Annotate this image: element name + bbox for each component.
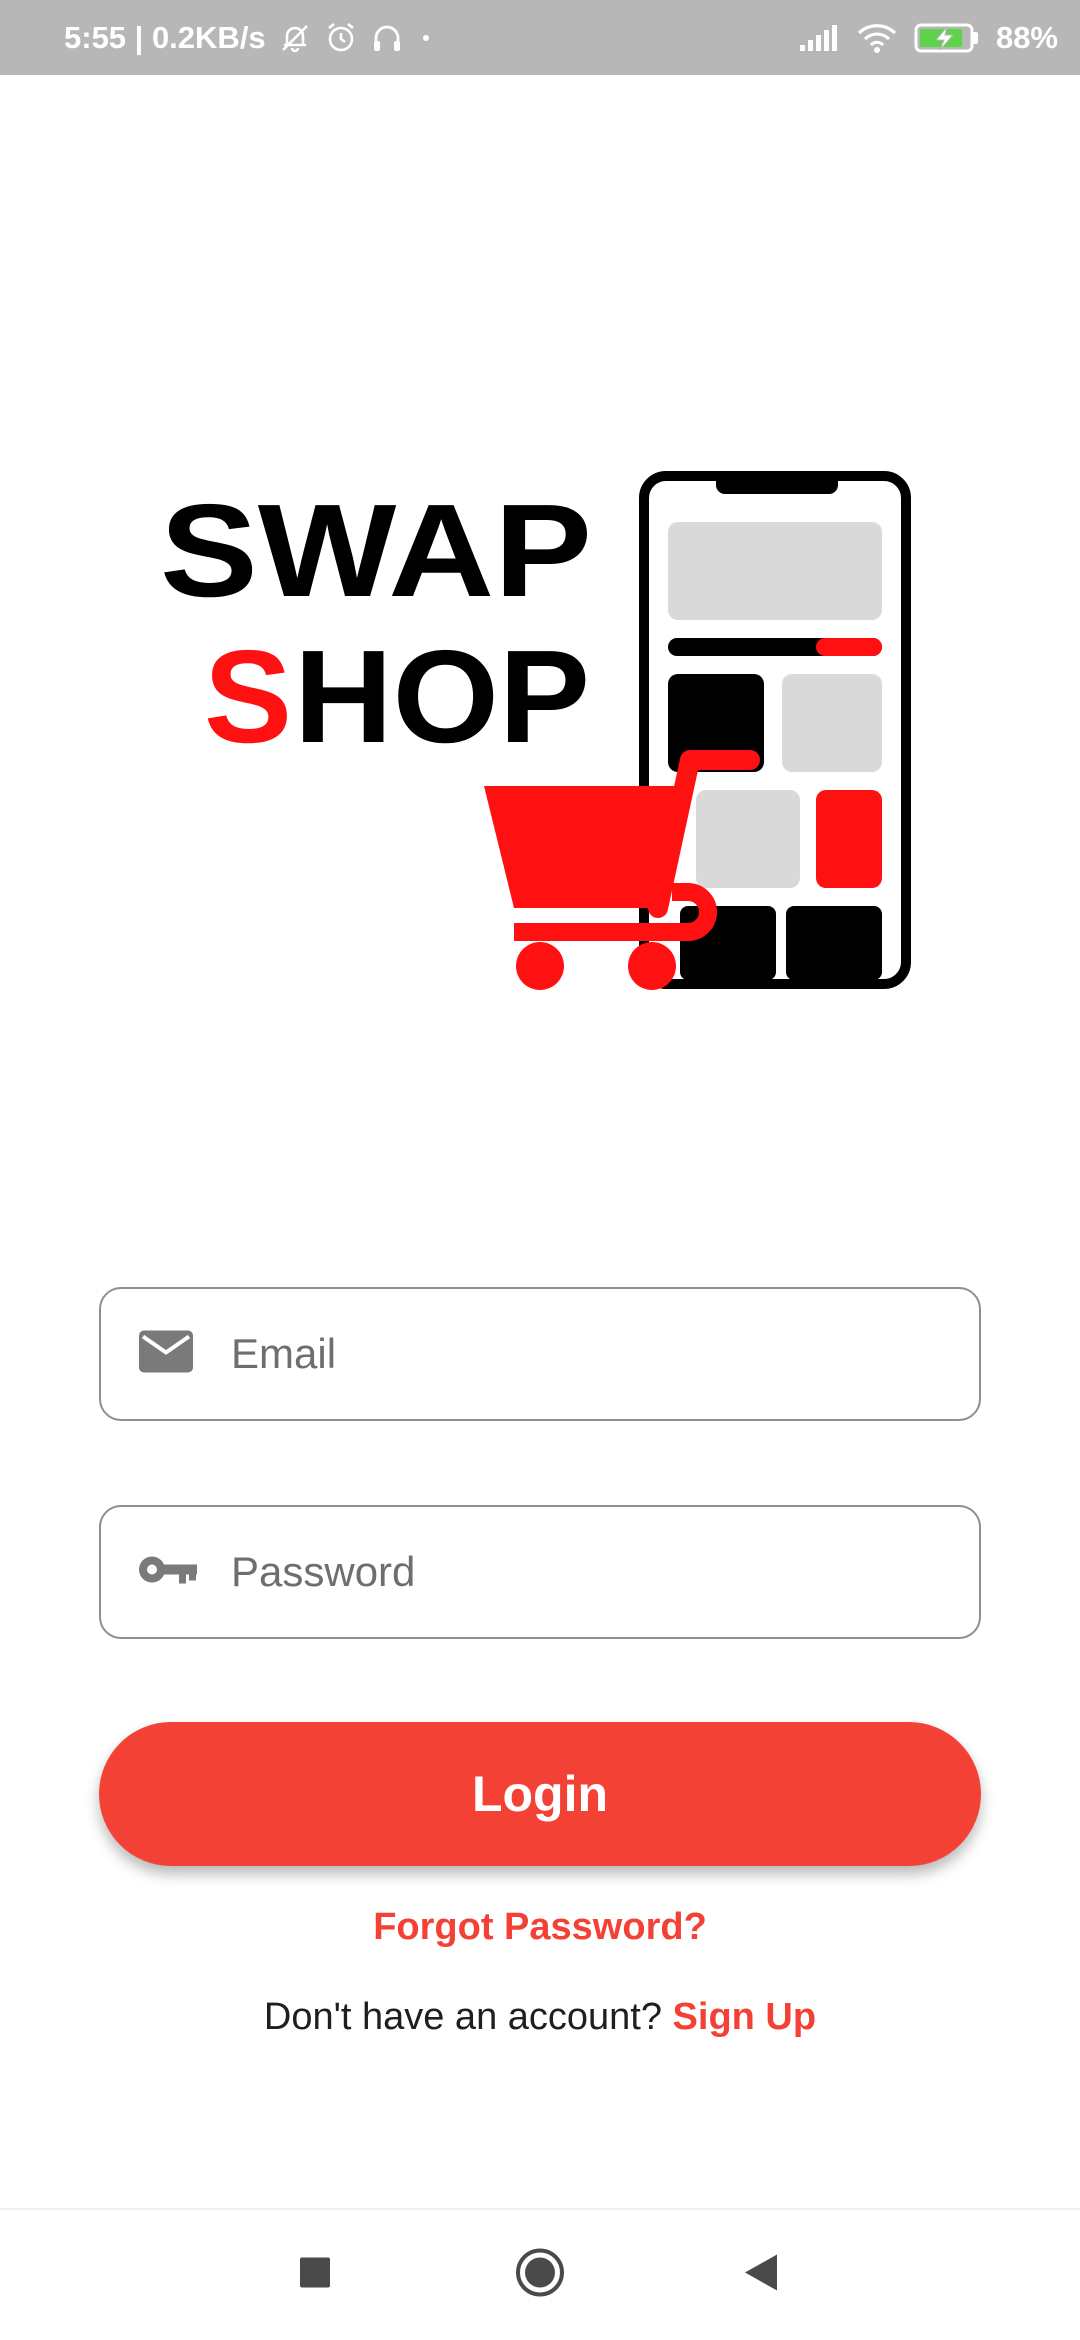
system-nav-bar — [0, 2208, 1080, 2340]
logo-line-hop: HOP — [294, 623, 590, 770]
login-button[interactable]: Login — [99, 1722, 981, 1866]
password-input[interactable] — [231, 1507, 951, 1637]
swap-shop-logo: SWAP S HOP — [160, 470, 920, 990]
status-left: 5:55 | 0.2KB/s — [64, 20, 436, 56]
battery-charging-icon — [914, 21, 980, 55]
mute-bell-icon — [278, 21, 312, 55]
phone-illustration — [639, 471, 911, 989]
email-input[interactable] — [231, 1289, 951, 1419]
headphones-icon — [370, 21, 404, 55]
signup-link[interactable]: Sign Up — [673, 1996, 817, 2038]
wifi-icon — [856, 21, 898, 55]
envelope-icon — [137, 1329, 195, 1380]
forgot-password-link[interactable]: Forgot Password? — [0, 1906, 1080, 1949]
signal-icon — [798, 23, 840, 53]
battery-percent: 88% — [995, 19, 1058, 55]
status-time-speed: 5:55 | 0.2KB/s — [64, 19, 266, 55]
key-icon — [137, 1550, 199, 1595]
status-bar: 5:55 | 0.2KB/s 88% — [0, 0, 1080, 75]
alarm-icon — [324, 21, 358, 55]
home-circle-icon[interactable] — [514, 2247, 566, 2304]
dot-icon — [416, 28, 436, 48]
signup-row: Don't have an account? Sign Up — [0, 1996, 1080, 2039]
back-triangle-icon[interactable] — [743, 2253, 779, 2298]
signup-prompt: Don't have an account? — [263, 1996, 662, 2038]
logo-letter-s: S — [204, 623, 292, 770]
email-field[interactable] — [99, 1287, 981, 1421]
recents-square-icon[interactable] — [298, 2256, 332, 2295]
password-field[interactable] — [99, 1505, 981, 1639]
status-right: 88% — [798, 20, 1058, 56]
logo-line-swap: SWAP — [160, 477, 592, 624]
